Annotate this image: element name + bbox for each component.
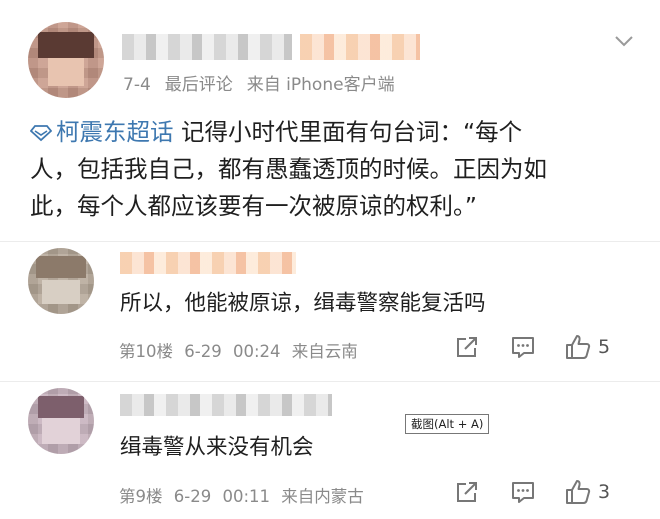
post-meta: 7-4 最后评论 来自 iPhone客户端 [123, 70, 409, 95]
comment-time: 00:24 [232, 342, 281, 361]
comment-date: 6-29 [184, 342, 222, 361]
like-button[interactable]: 5 [564, 332, 610, 362]
like-icon [566, 335, 591, 359]
comment-item: 所以，他能被原谅，缉毒警察能复活吗 第10楼 6-29 00:24 来自云南 5 [0, 244, 660, 376]
commenter-name-blurred[interactable] [120, 394, 332, 416]
screenshot-tooltip: 截图(Alt + A) [405, 414, 490, 434]
comment-actions: 3 [452, 477, 632, 507]
post-line-1-text: 记得小时代里面有句台词：“每个 [173, 118, 523, 146]
comment-source: 来自云南 [291, 342, 358, 361]
like-icon [566, 480, 591, 504]
post-source: 来自 iPhone客户端 [246, 75, 395, 95]
weibo-post: 7-4 最后评论 来自 iPhone客户端 柯震东超话 记得小时代里面有句台词：“每… [0, 0, 660, 240]
comment-icon [512, 482, 534, 503]
share-button[interactable] [454, 332, 480, 362]
comment-floor: 第10楼 [119, 342, 173, 361]
comment-icon [512, 337, 534, 358]
share-button[interactable] [454, 477, 480, 507]
like-button[interactable]: 3 [564, 477, 610, 507]
comment-item: 缉毒警从来没有机会 第9楼 6-29 00:11 来自内蒙古 3 [0, 384, 660, 519]
comment-meta: 第9楼 6-29 00:11 来自内蒙古 [119, 483, 370, 507]
commenter-name-blurred[interactable] [120, 252, 296, 274]
comment-text: 所以，他能被原谅，缉毒警察能复活吗 [120, 291, 486, 316]
comment-date: 6-29 [173, 487, 212, 506]
post-line-1: 柯震东超话 记得小时代里面有句台词：“每个 [30, 114, 640, 151]
topic-link[interactable]: 柯震东超话 [30, 118, 174, 146]
commenter-avatar[interactable] [28, 248, 94, 314]
comment-time: 00:11 [222, 487, 271, 506]
author-name-blurred[interactable] [122, 34, 292, 60]
comment-text: 缉毒警从来没有机会 [120, 435, 314, 460]
author-avatar[interactable] [28, 22, 104, 98]
author-badge-blurred [300, 34, 420, 60]
comment-source: 来自内蒙古 [281, 487, 364, 506]
commenter-avatar[interactable] [28, 388, 94, 454]
comment-actions: 5 [452, 332, 632, 362]
comment-floor: 第9楼 [119, 487, 163, 506]
post-line-3: 此，每个人都应该要有一次被原谅的权利。” [30, 192, 477, 220]
comment-meta: 第10楼 6-29 00:24 来自云南 [119, 338, 364, 362]
divider [0, 241, 660, 242]
reply-button[interactable] [510, 477, 536, 507]
post-date: 7-4 [123, 75, 151, 95]
share-icon [457, 482, 477, 502]
reply-button[interactable] [510, 332, 536, 362]
chevron-down-icon[interactable] [614, 34, 634, 48]
last-comment-label: 最后评论 [164, 75, 233, 95]
like-count: 5 [598, 336, 611, 358]
post-line-2: 人，包括我自己，都有愚蠢透顶的时候。正因为如 [30, 155, 547, 183]
divider [0, 381, 660, 382]
topic-label: 柯震东超话 [56, 118, 174, 146]
like-count: 3 [598, 481, 611, 503]
post-body: 柯震东超话 记得小时代里面有句台词：“每个 人，包括我自己，都有愚蠢透顶的时候。… [30, 114, 640, 225]
share-icon [457, 337, 477, 357]
diamond-topic-icon [30, 125, 52, 142]
